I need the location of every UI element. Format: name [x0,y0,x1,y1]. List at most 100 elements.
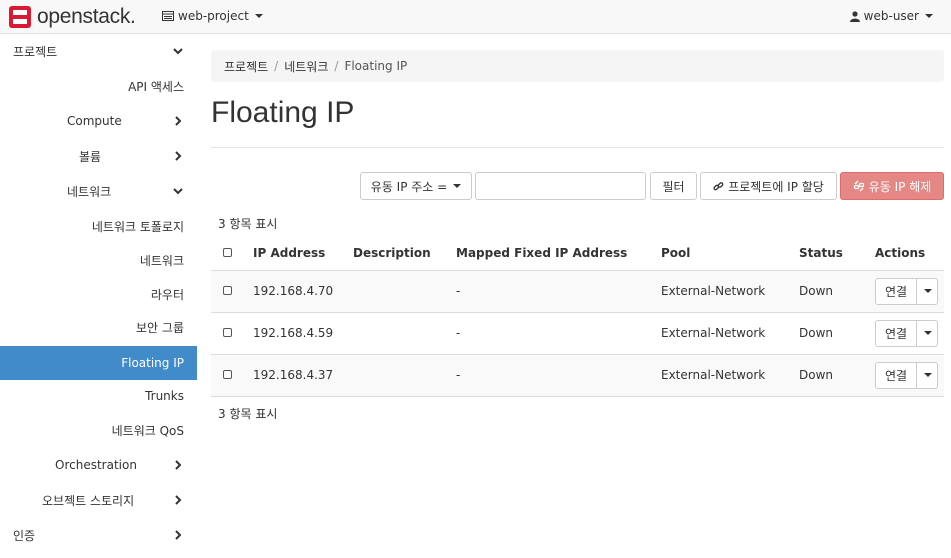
openstack-logo-icon [9,6,31,28]
actions-cell: 연결 [864,354,944,397]
row-checkbox[interactable] [223,286,232,295]
release-ip-label: 유동 IP 해제 [868,179,932,194]
breadcrumb-item-current: Floating IP [344,59,408,73]
row-actions: 연결 [875,319,944,347]
page-title: Floating IP [211,96,355,129]
caret-down-icon [453,184,462,188]
mapped-ip-cell: - [456,270,661,313]
unlink-icon [853,180,864,192]
allocate-ip-button[interactable]: 프로젝트에 IP 할당 [700,172,837,200]
sidebar-item-project[interactable]: 프로젝트 [0,34,197,68]
sidebar-item-label: 인증 [13,528,36,543]
caret-down-icon [254,14,263,18]
row-actions: 연결 [875,361,944,389]
sidebar-item-network[interactable]: 네트워크 [0,174,197,208]
user-name: web-user [863,9,919,23]
sidebar-item-identity[interactable]: 인증 [0,518,197,552]
table-row: 192.168.4.70 - External-Network Down 연결 [211,270,944,313]
filter-input[interactable] [475,172,646,200]
row-select-cell [211,312,244,355]
actions-cell: 연결 [864,312,944,355]
select-all-cell [211,237,244,271]
chevron-right-icon [175,116,182,126]
user-icon [849,10,860,22]
select-all-checkbox[interactable] [223,248,232,258]
column-header[interactable]: Description [353,237,456,271]
sidebar-item-label: Orchestration [55,458,137,472]
project-name: web-project [178,9,249,23]
actions-dropdown-toggle[interactable] [917,361,938,389]
pool-cell: External-Network [661,312,799,355]
project-icon [162,11,174,21]
row-actions: 연결 [875,277,944,305]
ip-address-cell[interactable]: 192.168.4.37 [244,354,353,397]
ip-address-cell[interactable]: 192.168.4.70 [244,270,353,313]
row-select-cell [211,354,244,397]
sidebar-item-label: Floating IP [121,356,184,370]
breadcrumb-separator: / [274,59,279,73]
filter-field-dropdown[interactable]: 유동 IP 주소 = [360,172,472,200]
column-header[interactable]: Mapped Fixed IP Address [456,237,661,271]
breadcrumb-separator: / [334,59,339,73]
actions-dropdown-toggle[interactable] [917,277,938,305]
associate-button[interactable]: 연결 [875,319,917,347]
sidebar-item-orchestration[interactable]: Orchestration [0,448,197,482]
associate-button[interactable]: 연결 [875,277,917,305]
actions-dropdown-toggle[interactable] [917,319,938,347]
sidebar-item-network-qos[interactable]: 네트워크 QoS [0,413,197,447]
openstack-logo[interactable]: openstack. [8,5,136,29]
sidebar-item-label: 프로젝트 [13,44,58,59]
sidebar: 프로젝트 API 액세스 Compute 볼륨 네트워크 네트워크 토폴로지 네… [0,35,197,558]
actions-cell: 연결 [864,270,944,313]
chevron-right-icon [175,530,182,540]
sidebar-item-routers[interactable]: 라우터 [0,277,197,311]
ip-address-cell[interactable]: 192.168.4.59 [244,312,353,355]
caret-down-icon [924,373,932,377]
filter-field-label: 유동 IP 주소 = [370,179,448,194]
sidebar-item-label: API 액세스 [128,79,184,94]
caret-down-icon [924,331,932,335]
sidebar-item-floating-ip[interactable]: Floating IP [0,346,197,380]
sidebar-item-label: Trunks [145,389,184,403]
sidebar-item-label: 라우터 [150,287,184,302]
filter-button-label: 필터 [662,179,685,194]
user-dropdown[interactable]: web-user [849,9,933,23]
column-header[interactable]: Pool [661,237,799,271]
sidebar-item-compute[interactable]: Compute [0,104,197,138]
floating-ip-table: IP Address Description Mapped Fixed IP A… [211,237,944,397]
sidebar-item-label: 네트워크 토폴로지 [91,219,184,234]
release-ip-button[interactable]: 유동 IP 해제 [840,172,944,200]
sidebar-item-object-storage[interactable]: 오브젝트 스토리지 [0,483,197,517]
sidebar-item-label: 볼륨 [79,149,102,164]
sidebar-item-api-access[interactable]: API 액세스 [0,69,197,103]
chevron-down-icon [173,48,183,55]
sidebar-item-volumes[interactable]: 볼륨 [0,139,197,173]
top-navbar: openstack. web-project web-user [0,0,951,34]
associate-button[interactable]: 연결 [875,361,917,389]
status-cell: Down [799,354,864,397]
breadcrumb-item-project[interactable]: 프로젝트 [224,58,268,75]
sidebar-item-trunks[interactable]: Trunks [0,379,197,413]
sidebar-item-networks[interactable]: 네트워크 [0,243,197,277]
filter-button[interactable]: 필터 [650,172,697,200]
mapped-ip-cell: - [456,312,661,355]
project-dropdown[interactable]: web-project [162,9,263,23]
table-row: 192.168.4.59 - External-Network Down 연결 [211,312,944,355]
column-header[interactable]: Status [799,237,864,271]
status-cell: Down [799,270,864,313]
sidebar-item-security-groups[interactable]: 보안 그룹 [0,310,197,344]
column-header[interactable]: IP Address [244,237,353,271]
item-count-top: 3 항목 표시 [218,217,278,231]
breadcrumb-item-network[interactable]: 네트워크 [284,58,328,75]
table-row: 192.168.4.37 - External-Network Down 연결 [211,354,944,397]
description-cell [353,354,456,397]
sidebar-item-label: 오브젝트 스토리지 [42,493,135,508]
sidebar-item-network-topology[interactable]: 네트워크 토폴로지 [0,209,197,243]
column-header: Actions [864,237,944,271]
row-checkbox[interactable] [223,370,232,379]
sidebar-item-label: 네트워크 QoS [111,423,184,438]
table-header-row: IP Address Description Mapped Fixed IP A… [211,237,944,271]
row-checkbox[interactable] [223,328,232,337]
description-cell [353,312,456,355]
sidebar-item-label: 네트워크 [139,253,184,268]
